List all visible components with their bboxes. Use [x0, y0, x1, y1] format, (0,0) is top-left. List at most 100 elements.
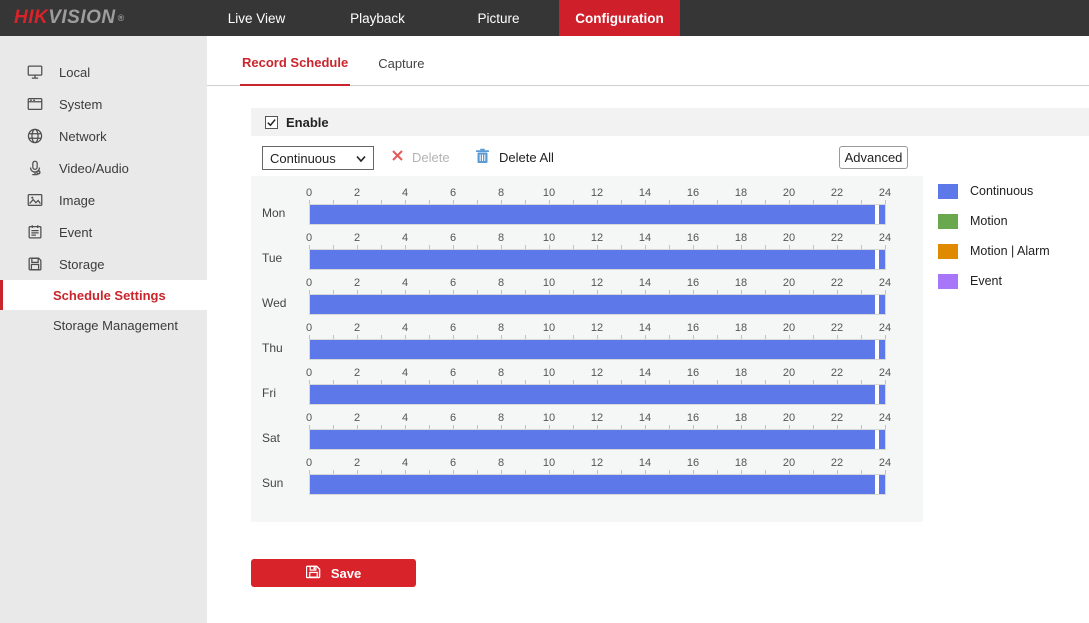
schedule-bar-track[interactable]: [309, 474, 886, 495]
hour-label: 18: [735, 412, 747, 424]
delete-button[interactable]: Delete: [391, 149, 450, 165]
schedule-bar-track[interactable]: [309, 249, 886, 270]
hour-label: 4: [402, 322, 408, 334]
schedule-segment-continuous[interactable]: [310, 250, 875, 269]
schedule-segment-continuous[interactable]: [310, 340, 875, 359]
nav-item-playback[interactable]: Playback: [317, 0, 438, 36]
sidebar-item-system[interactable]: System: [0, 88, 207, 120]
sidebar-item-network[interactable]: Network: [0, 120, 207, 152]
hour-label: 20: [783, 187, 795, 199]
save-label: Save: [331, 566, 361, 581]
sidebar-item-storage[interactable]: Storage: [0, 248, 207, 280]
hour-label: 4: [402, 367, 408, 379]
schedule-bar-track[interactable]: [309, 204, 886, 225]
enable-label: Enable: [286, 115, 329, 130]
hour-label: 10: [543, 457, 555, 469]
hour-label: 6: [450, 457, 456, 469]
schedule-row: Fri 024681012141618202224: [251, 365, 923, 410]
sidebar-item-event[interactable]: Event: [0, 216, 207, 248]
schedule-segment-continuous[interactable]: [879, 250, 885, 269]
schedule-row: Wed 024681012141618202224: [251, 275, 923, 320]
hour-label: 12: [591, 232, 603, 244]
hour-label: 24: [879, 457, 891, 469]
main-content: Record Schedule Capture Enable Continuou…: [207, 36, 1089, 623]
schedule-segment-continuous[interactable]: [879, 340, 885, 359]
delete-all-button[interactable]: Delete All: [475, 148, 554, 167]
sidebar-subitem-storage-management[interactable]: Storage Management: [0, 310, 207, 340]
hour-label: 8: [498, 457, 504, 469]
schedule-segment-continuous[interactable]: [879, 205, 885, 224]
hour-label: 16: [687, 187, 699, 199]
schedule-segment-continuous[interactable]: [310, 430, 875, 449]
schedule-segment-continuous[interactable]: [879, 475, 885, 494]
nav-item-picture[interactable]: Picture: [438, 0, 559, 36]
window-icon: [26, 95, 44, 113]
schedule-row: Sat 024681012141618202224: [251, 410, 923, 455]
tab-capture[interactable]: Capture: [376, 56, 426, 85]
save-button[interactable]: Save: [251, 559, 416, 587]
schedule-bar-track[interactable]: [309, 339, 886, 360]
enable-row: Enable: [251, 108, 1089, 136]
nav-item-live-view[interactable]: Live View: [196, 0, 317, 36]
time-ruler: 024681012141618202224: [309, 367, 885, 384]
hour-label: 22: [831, 187, 843, 199]
hour-label: 22: [831, 277, 843, 289]
hour-label: 4: [402, 412, 408, 424]
schedule-segment-continuous[interactable]: [879, 430, 885, 449]
schedule-bar-track[interactable]: [309, 384, 886, 405]
nav-item-configuration[interactable]: Configuration: [559, 0, 680, 36]
schedule-segment-continuous[interactable]: [310, 205, 875, 224]
nav-item-label: Picture: [477, 11, 519, 26]
schedule-row: Tue 024681012141618202224: [251, 230, 923, 275]
microphone-icon: [26, 159, 44, 177]
schedule-segment-continuous[interactable]: [310, 475, 875, 494]
schedule-segment-continuous[interactable]: [879, 295, 885, 314]
hour-label: 18: [735, 232, 747, 244]
sidebar-subitem-schedule-settings[interactable]: Schedule Settings: [0, 280, 207, 310]
sidebar-item-image[interactable]: Image: [0, 184, 207, 216]
hour-label: 24: [879, 367, 891, 379]
schedule-segment-continuous[interactable]: [879, 385, 885, 404]
hour-label: 2: [354, 367, 360, 379]
tab-record-schedule[interactable]: Record Schedule: [240, 55, 350, 86]
delete-all-label: Delete All: [499, 150, 554, 165]
hour-label: 4: [402, 232, 408, 244]
hour-label: 0: [306, 232, 312, 244]
hour-label: 2: [354, 232, 360, 244]
legend-swatch: [938, 184, 958, 199]
hour-label: 2: [354, 187, 360, 199]
schedule-row: Thu 024681012141618202224: [251, 320, 923, 365]
schedule-bar-track[interactable]: [309, 429, 886, 450]
hour-label: 8: [498, 232, 504, 244]
hour-label: 22: [831, 457, 843, 469]
advanced-button[interactable]: Advanced: [839, 146, 908, 169]
enable-checkbox[interactable]: [265, 116, 278, 129]
day-label: Tue: [262, 251, 282, 265]
hour-label: 12: [591, 187, 603, 199]
hour-label: 24: [879, 277, 891, 289]
hour-label: 2: [354, 412, 360, 424]
hour-label: 4: [402, 187, 408, 199]
sidebar-item-local[interactable]: Local: [0, 56, 207, 88]
hour-label: 8: [498, 322, 504, 334]
record-type-select[interactable]: Continuous: [262, 146, 374, 170]
hour-label: 24: [879, 322, 891, 334]
legend-label: Motion | Alarm: [970, 244, 1050, 258]
hour-label: 12: [591, 322, 603, 334]
legend: Continuous Motion Motion | Alarm Event: [938, 176, 1050, 296]
chevron-down-icon: [355, 153, 367, 168]
calendar-icon: [26, 223, 44, 241]
schedule-bar-track[interactable]: [309, 294, 886, 315]
nav-item-label: Live View: [228, 11, 286, 26]
image-icon: [26, 191, 44, 209]
sidebar-item-video-audio[interactable]: Video/Audio: [0, 152, 207, 184]
schedule-segment-continuous[interactable]: [310, 385, 875, 404]
hour-label: 12: [591, 367, 603, 379]
hikvision-logo: HIKVISION®: [0, 0, 196, 36]
logo-vision-text: VISION: [48, 7, 115, 29]
day-label: Sat: [262, 431, 280, 445]
hour-label: 16: [687, 367, 699, 379]
tab-bar: Record Schedule Capture: [207, 36, 1089, 86]
schedule-segment-continuous[interactable]: [310, 295, 875, 314]
day-label: Sun: [262, 476, 283, 490]
